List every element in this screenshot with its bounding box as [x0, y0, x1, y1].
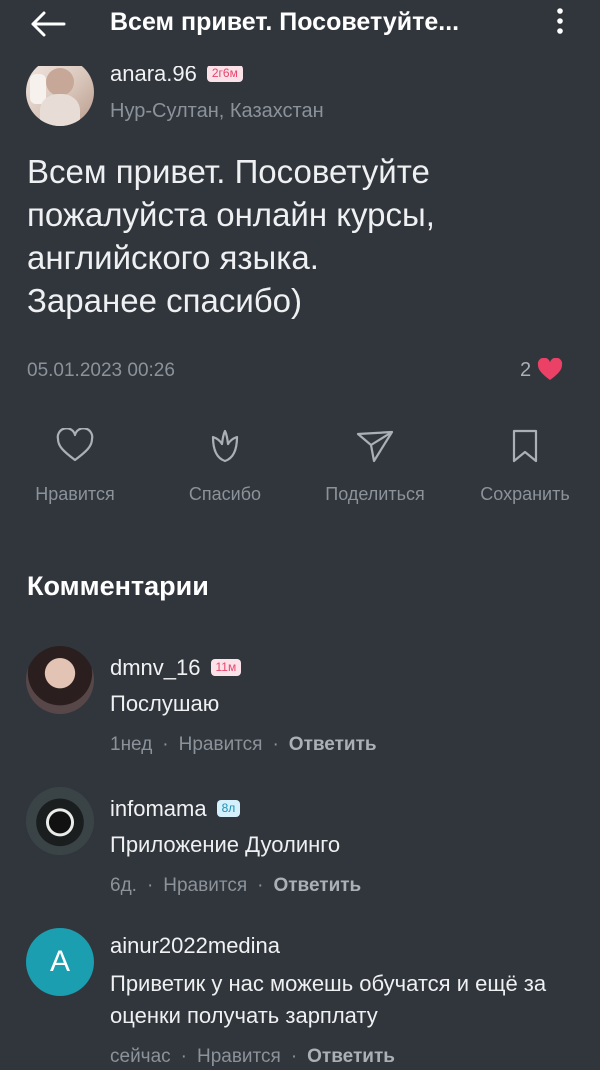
comment-avatar[interactable]: A [26, 928, 94, 996]
comment-username[interactable]: infomama [110, 796, 207, 821]
share-button[interactable]: Поделиться [300, 418, 450, 518]
share-label: Поделиться [325, 484, 425, 504]
comment-avatar[interactable] [26, 787, 94, 855]
comment-time: сейчас [110, 1046, 171, 1067]
comment-meta: сейчас · Нравится · Ответить [110, 1046, 395, 1067]
comment-text: Приложение Дуолинго [110, 832, 341, 857]
author-location: Нур-Султан, Казахстан [110, 100, 324, 122]
comment-author[interactable]: dmnv_16 11м [110, 654, 242, 682]
flower-icon [211, 429, 239, 463]
comment-reply-button[interactable]: Ответить [307, 1046, 395, 1067]
bookmark-icon [512, 429, 538, 463]
author-avatar[interactable] [26, 58, 94, 126]
back-button[interactable] [24, 6, 72, 42]
more-options-button[interactable] [544, 2, 576, 40]
author-age-badge: 2г6м [206, 64, 243, 82]
comment-like-button[interactable]: Нравится [179, 734, 263, 755]
heart-filled-icon [538, 358, 563, 380]
likes-count: 2 [520, 359, 532, 381]
comment-time: 1нед [110, 734, 153, 755]
post-date: 05.01.2023 00:26 [27, 360, 175, 381]
comment-like-button[interactable]: Нравится [163, 875, 247, 896]
more-vertical-icon [557, 8, 563, 34]
likes-counter[interactable]: 2 [520, 356, 563, 384]
comment-age-badge: 11м [210, 658, 242, 676]
send-icon [356, 430, 394, 463]
avatar-letter: A [49, 945, 70, 978]
heart-outline-icon [56, 428, 94, 462]
comment-avatar[interactable] [26, 646, 94, 714]
comment-text: Приветик у нас можешь обучатся и ещё за … [110, 971, 547, 1028]
comment-reply-button[interactable]: Ответить [273, 875, 361, 896]
comment-author[interactable]: infomama 8л [110, 795, 241, 823]
comment-username[interactable]: ainur2022medina [110, 933, 280, 958]
comment-like-button[interactable]: Нравится [197, 1046, 281, 1067]
comment-meta: 6д. · Нравится · Ответить [110, 875, 362, 896]
arrow-left-icon [31, 11, 66, 37]
like-button[interactable]: Нравится [0, 418, 150, 518]
page-title: Всем привет. Посоветуйте... [110, 8, 460, 36]
save-button[interactable]: Сохранить [450, 418, 600, 518]
like-label: Нравится [35, 484, 115, 504]
comment-time: 6д. [110, 875, 137, 896]
comments-heading: Комментарии [27, 571, 209, 601]
comment-text: Послушаю [110, 691, 220, 716]
comment-username[interactable]: dmnv_16 [110, 655, 201, 680]
post-actions: Нравится Спасибо Поделиться Сохранить [0, 418, 600, 518]
save-label: Сохранить [480, 484, 570, 504]
post-text: Всем привет. Посоветуйте пожалуйста онла… [27, 153, 435, 319]
comment-age-badge: 8л [216, 799, 241, 817]
thanks-label: Спасибо [188, 484, 262, 504]
comment-meta: 1нед · Нравится · Ответить [110, 734, 377, 755]
thanks-button[interactable]: Спасибо [150, 418, 300, 518]
comment-author[interactable]: ainur2022medina [110, 932, 280, 960]
top-bar: Всем привет. Посоветуйте... [0, 0, 600, 66]
comment-reply-button[interactable]: Ответить [289, 734, 377, 755]
